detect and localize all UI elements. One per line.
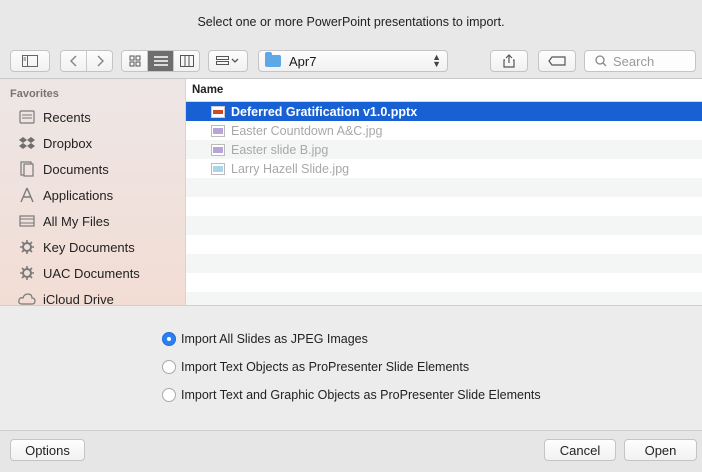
- radio-button-selected[interactable]: [162, 332, 176, 346]
- cloud-icon: [18, 290, 36, 305]
- view-mode-buttons: [121, 50, 200, 72]
- file-name: Larry Hazell Slide.jpg: [231, 161, 350, 176]
- empty-row: [186, 197, 702, 216]
- empty-row: [186, 292, 702, 305]
- sidebar-item-documents[interactable]: Documents: [18, 159, 109, 179]
- import-options-panel: Import All Slides as JPEG Images Import …: [0, 306, 702, 430]
- tag-icon: [548, 56, 566, 66]
- radio-button[interactable]: [162, 388, 176, 402]
- options-button-label: Options: [25, 442, 70, 458]
- sidebar-item-uac-documents[interactable]: UAC Documents: [18, 263, 140, 283]
- file-rows: Deferred Gratification v1.0.pptx Easter …: [186, 102, 702, 305]
- grid-icon: [129, 55, 140, 67]
- chevron-left-icon: [69, 55, 77, 67]
- sidebar-item-label: Applications: [43, 187, 114, 203]
- chevron-right-icon: [96, 55, 104, 67]
- icon-view-button[interactable]: [122, 51, 148, 71]
- forward-button[interactable]: [87, 51, 112, 71]
- sidebar-item-key-documents[interactable]: Key Documents: [18, 237, 135, 257]
- updown-chevron-icon: ▲ ▼: [432, 52, 441, 69]
- radio-label: Import Text and Graphic Objects as ProPr…: [181, 388, 541, 402]
- sidebar-item-all-my-files[interactable]: All My Files: [18, 211, 109, 231]
- gear-folder-icon: [18, 238, 36, 256]
- search-icon: [595, 55, 607, 67]
- jpg-file-icon: [211, 162, 225, 175]
- columns-icon: [179, 55, 194, 67]
- search-placeholder: Search: [613, 53, 655, 69]
- gear-folder-icon: [18, 264, 36, 282]
- sidebar-item-label: Documents: [43, 161, 109, 177]
- open-button[interactable]: Open: [624, 439, 697, 461]
- button-bar: Options Cancel Open: [0, 430, 702, 472]
- column-header-label: Name: [192, 84, 224, 96]
- radio-button[interactable]: [162, 360, 176, 374]
- cancel-button[interactable]: Cancel: [544, 439, 616, 461]
- share-button[interactable]: [490, 50, 528, 72]
- file-row[interactable]: Easter slide B.jpg: [186, 140, 702, 159]
- sidebar-icon: [22, 55, 38, 67]
- file-list: Name Deferred Gratification v1.0.pptx Ea…: [186, 79, 702, 305]
- arrange-icon: [216, 56, 239, 65]
- sidebar-item-icloud-drive[interactable]: iCloud Drive: [18, 289, 114, 305]
- sidebar-toggle-button[interactable]: [10, 50, 50, 72]
- file-row[interactable]: Larry Hazell Slide.jpg: [186, 159, 702, 178]
- dialog-title-text: Select one or more PowerPoint presentati…: [197, 15, 505, 29]
- list-icon: [153, 56, 168, 66]
- sidebar-item-label: Key Documents: [43, 239, 135, 255]
- dialog-title: Select one or more PowerPoint presentati…: [0, 0, 702, 44]
- sidebar-item-dropbox[interactable]: Dropbox: [18, 133, 92, 153]
- empty-row: [186, 254, 702, 273]
- share-icon: [503, 54, 515, 68]
- jpg-file-icon: [211, 124, 225, 137]
- location-dropdown[interactable]: Apr7 ▲ ▼: [258, 50, 448, 72]
- column-view-button[interactable]: [174, 51, 199, 71]
- file-name: Easter slide B.jpg: [231, 142, 329, 157]
- all-files-icon: [18, 212, 36, 230]
- sidebar-item-label: iCloud Drive: [43, 291, 114, 306]
- sidebar: Favorites Recents Dropbox Documents Appl…: [0, 79, 186, 305]
- file-row[interactable]: Easter Countdown A&C.jpg: [186, 121, 702, 140]
- sidebar-item-label: UAC Documents: [43, 265, 140, 281]
- file-name: Easter Countdown A&C.jpg: [231, 123, 383, 138]
- back-button[interactable]: [61, 51, 87, 71]
- open-button-label: Open: [644, 442, 677, 458]
- empty-row: [186, 273, 702, 292]
- radio-label: Import Text Objects as ProPresenter Slid…: [181, 360, 470, 374]
- arrange-button[interactable]: [208, 50, 248, 72]
- sidebar-item-label: Recents: [43, 109, 91, 125]
- dropbox-icon: [18, 134, 36, 152]
- empty-row: [186, 235, 702, 254]
- clock-icon: [18, 108, 36, 126]
- nav-buttons: [60, 50, 113, 72]
- import-option-text-graphic-objects[interactable]: Import Text and Graphic Objects as ProPr…: [162, 388, 541, 402]
- sidebar-item-label: Dropbox: [43, 135, 93, 151]
- list-view-button[interactable]: [148, 51, 174, 71]
- file-name: Deferred Gratification v1.0.pptx: [231, 104, 418, 119]
- sidebar-item-recents[interactable]: Recents: [18, 107, 91, 127]
- sidebar-item-applications[interactable]: Applications: [18, 185, 113, 205]
- import-option-jpeg[interactable]: Import All Slides as JPEG Images: [162, 332, 368, 346]
- import-option-text-objects[interactable]: Import Text Objects as ProPresenter Slid…: [162, 360, 469, 374]
- pptx-file-icon: [211, 105, 225, 118]
- empty-row: [186, 216, 702, 235]
- column-header-name[interactable]: Name: [186, 79, 702, 102]
- search-field[interactable]: Search: [584, 50, 696, 72]
- radio-label: Import All Slides as JPEG Images: [181, 332, 368, 346]
- location-label: Apr7: [289, 53, 317, 69]
- cancel-button-label: Cancel: [559, 442, 601, 458]
- tags-button[interactable]: [538, 50, 576, 72]
- file-row[interactable]: Deferred Gratification v1.0.pptx: [186, 102, 702, 121]
- sidebar-heading: Favorites: [10, 88, 59, 100]
- sidebar-item-label: All My Files: [43, 213, 110, 229]
- jpg-file-icon: [211, 143, 225, 156]
- options-button[interactable]: Options: [10, 439, 85, 461]
- documents-icon: [18, 160, 36, 178]
- folder-icon: [265, 52, 281, 67]
- applications-icon: [18, 186, 36, 204]
- toolbar: Apr7 ▲ ▼ Search: [0, 44, 702, 79]
- empty-row: [186, 178, 702, 197]
